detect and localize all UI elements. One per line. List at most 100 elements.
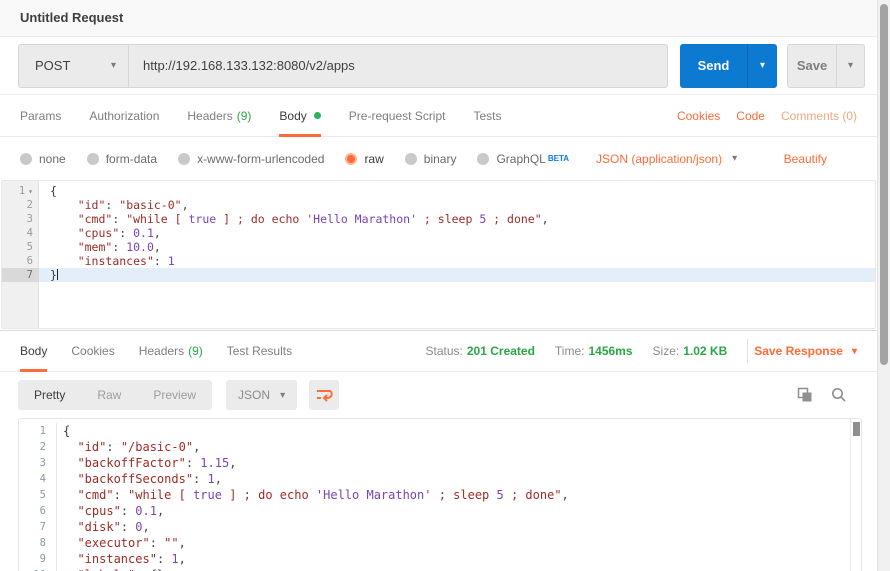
size-stat: Size:1.02 KB [653,344,728,358]
mode-x-www-form-urlencoded[interactable]: x-www-form-urlencoded [178,152,324,166]
code-line-10[interactable]: 10 "labels": {}, [19,567,861,571]
line-number: 7 [19,519,57,535]
code-line-5[interactable]: 5 "cmd": "while [ true ] ; do echo 'Hell… [19,487,861,503]
code-text: "cpus": 0.1, [39,226,875,240]
mode-graphql[interactable]: GraphQL BETA [477,152,569,166]
headers-count: (9) [237,109,252,123]
tab-body[interactable]: Body [279,95,320,136]
response-actions [779,387,847,403]
code-line-4[interactable]: 4 "cpus": 0.1, [2,226,875,240]
cookies-link[interactable]: Cookies [677,109,720,123]
line-number: 3 [2,212,39,226]
code-line-1[interactable]: 1▾{ [2,184,875,198]
code-text: "mem": 10.0, [39,240,875,254]
code-line-7[interactable]: 7} [2,268,875,282]
line-number: 9 [19,551,57,567]
code-text: "disk": 0, [57,519,861,535]
line-number: 4 [2,226,39,240]
code-line-3[interactable]: 3 "cmd": "while [ true ] ; do echo 'Hell… [2,212,875,226]
chevron-down-icon: ▾ [760,60,765,71]
code-line-8[interactable]: 8 "executor": "", [19,535,861,551]
code-line-3[interactable]: 3 "backoffFactor": 1.15, [19,455,861,471]
tab-headers[interactable]: Headers (9) [187,95,251,136]
method-select[interactable]: POST ▾ [19,45,129,87]
view-pretty[interactable]: Pretty [18,380,81,410]
radio-icon [87,153,99,165]
response-toolbar: Pretty Raw Preview JSON ▾ [0,372,877,418]
search-button[interactable] [831,387,847,403]
wrap-lines-button[interactable] [309,380,339,410]
page-scrollbar-thumb[interactable] [880,4,888,365]
code-line-6[interactable]: 6 "instances": 1 [2,254,875,268]
response-tab-body[interactable]: Body [20,331,47,371]
response-stats: Status:201 Created Time:1456ms Size:1.02… [406,331,857,371]
response-tab-test-results[interactable]: Test Results [227,331,292,371]
status-value: 201 Created [467,344,535,358]
chevron-down-icon: ▾ [848,60,853,71]
request-body-editor[interactable]: 1▾{2 "id": "basic-0",3 "cmd": "while [ t… [1,180,876,329]
code-line-9[interactable]: 9 "instances": 1, [19,551,861,567]
response-tab-headers[interactable]: Headers (9) [139,331,203,371]
view-preview[interactable]: Preview [137,380,212,410]
response-language-select[interactable]: JSON ▾ [226,380,297,410]
line-number: 1 [19,423,57,439]
url-group: POST ▾ http://192.168.133.132:8080/v2/ap… [18,44,668,88]
save-options-button[interactable]: ▾ [836,45,864,87]
copy-icon [797,387,813,403]
fold-caret-icon[interactable]: ▾ [28,187,33,196]
send-split-button: Send ▾ [680,44,777,88]
send-button[interactable]: Send [680,44,747,88]
mode-binary[interactable]: binary [405,152,457,166]
chevron-down-icon: ▾ [732,153,737,164]
url-input[interactable]: http://192.168.133.132:8080/v2/apps [129,45,667,87]
code-text: "backoffSeconds": 1, [57,471,861,487]
code-line-5[interactable]: 5 "mem": 10.0, [2,240,875,254]
line-number: 4 [19,471,57,487]
chevron-down-icon: ▾ [280,390,285,401]
body-mode-row: none form-data x-www-form-urlencoded raw… [0,137,877,180]
response-tab-cookies[interactable]: Cookies [71,331,114,371]
code-text: { [39,184,875,198]
code-text: "cmd": "while [ true ] ; do echo 'Hello … [39,212,875,226]
tab-authorization[interactable]: Authorization [89,95,159,136]
code-text: "id": "basic-0", [39,198,875,212]
code-text: { [57,423,861,439]
size-value: 1.02 KB [683,344,727,358]
content-type-select[interactable]: JSON (application/json) ▾ [596,152,737,166]
view-raw[interactable]: Raw [81,380,137,410]
comments-link[interactable]: Comments (0) [781,109,857,123]
code-line-2[interactable]: 2 "id": "/basic-0", [19,439,861,455]
page-scrollbar[interactable] [877,0,890,571]
code-text: "labels": {}, [57,567,861,571]
tab-pre-request-script[interactable]: Pre-request Script [349,95,446,136]
response-meta-row: Body Cookies Headers (9) Test Results St… [0,331,877,372]
send-options-button[interactable]: ▾ [747,44,777,88]
chevron-down-icon: ▾ [111,60,116,71]
code-link[interactable]: Code [736,109,765,123]
code-text: } [39,268,875,282]
mode-form-data[interactable]: form-data [87,152,157,166]
code-line-7[interactable]: 7 "disk": 0, [19,519,861,535]
line-number: 6 [2,254,39,268]
mode-none[interactable]: none [20,152,66,166]
mode-raw[interactable]: raw [345,152,383,166]
url-value: http://192.168.133.132:8080/v2/apps [143,58,355,73]
line-number: 2 [19,439,57,455]
code-line-1[interactable]: 1{ [19,423,861,439]
code-line-6[interactable]: 6 "cpus": 0.1, [19,503,861,519]
line-number: 8 [19,535,57,551]
chevron-down-icon: ▾ [852,346,857,357]
tab-tests[interactable]: Tests [473,95,501,136]
tab-params[interactable]: Params [20,95,61,136]
beautify-link[interactable]: Beautify [784,152,827,166]
save-button[interactable]: Save [788,45,836,87]
copy-button[interactable] [797,387,813,403]
search-icon [831,387,847,403]
code-line-2[interactable]: 2 "id": "basic-0", [2,198,875,212]
line-number: 5 [2,240,39,254]
code-text: "cmd": "while [ true ] ; do echo 'Hello … [57,487,861,503]
save-response-button[interactable]: Save Response ▾ [754,344,857,358]
code-line-4[interactable]: 4 "backoffSeconds": 1, [19,471,861,487]
response-body-editor[interactable]: 1{2 "id": "/basic-0",3 "backoffFactor": … [18,418,862,571]
line-number: 10 [19,567,57,571]
